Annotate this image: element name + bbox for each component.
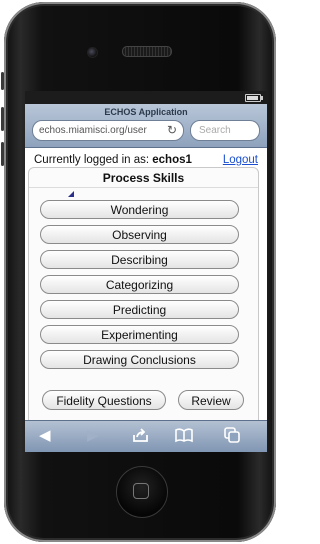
resize-triangle-icon <box>68 191 74 197</box>
home-square-icon <box>133 483 149 499</box>
reload-icon[interactable]: ↻ <box>167 121 177 140</box>
status-bar <box>25 91 267 104</box>
home-button[interactable] <box>116 466 168 518</box>
forward-icon[interactable]: ▶ <box>87 427 99 445</box>
mute-switch <box>1 72 4 90</box>
speaker-grille <box>122 46 172 57</box>
logout-link[interactable]: Logout <box>223 154 258 166</box>
skill-button-drawing-conclusions[interactable]: Drawing Conclusions <box>40 350 239 369</box>
logged-in-label: Currently logged in as: <box>34 154 150 166</box>
back-icon[interactable]: ◀ <box>39 427 51 445</box>
url-text: echos.miamisci.org/user <box>39 125 147 136</box>
fidelity-questions-button[interactable]: Fidelity Questions <box>42 390 166 410</box>
skill-button-experimenting[interactable]: Experimenting <box>40 325 239 344</box>
share-icon[interactable] <box>132 427 149 448</box>
page-title: ECHOS Application <box>104 107 188 117</box>
volume-down-button <box>1 142 4 166</box>
share-icon-glyph <box>133 428 148 442</box>
review-button[interactable]: Review <box>178 390 244 410</box>
pages-icon-glyph <box>224 427 240 443</box>
skill-button-predicting[interactable]: Predicting <box>40 300 239 319</box>
battery-icon <box>245 94 263 102</box>
address-bar: ECHOS Application echos.miamisci.org/use… <box>25 104 267 148</box>
browser-toolbar: ◀ ▶ <box>25 420 267 452</box>
book-icon-glyph <box>175 428 193 443</box>
skill-button-categorizing[interactable]: Categorizing <box>40 275 239 294</box>
skill-button-wondering[interactable]: Wondering <box>40 200 239 219</box>
divider <box>29 187 258 188</box>
url-field[interactable]: echos.miamisci.org/user ↻ <box>32 120 184 141</box>
bookmarks-icon[interactable] <box>175 427 193 448</box>
volume-up-button <box>1 107 4 131</box>
screen: ECHOS Application echos.miamisci.org/use… <box>25 91 267 452</box>
process-skills-panel: Process Skills Wondering Observing Descr… <box>28 167 259 427</box>
username: echos1 <box>152 154 192 166</box>
camera-icon <box>87 47 98 58</box>
panel-title: Process Skills <box>102 171 185 185</box>
web-content: Currently logged in as: echos1 Logout Pr… <box>25 148 267 427</box>
skill-button-describing[interactable]: Describing <box>40 250 239 269</box>
pages-icon[interactable] <box>224 427 240 448</box>
login-status: Currently logged in as: echos1 <box>34 154 192 166</box>
skill-button-observing[interactable]: Observing <box>40 225 239 244</box>
search-input[interactable]: Search <box>190 120 260 141</box>
